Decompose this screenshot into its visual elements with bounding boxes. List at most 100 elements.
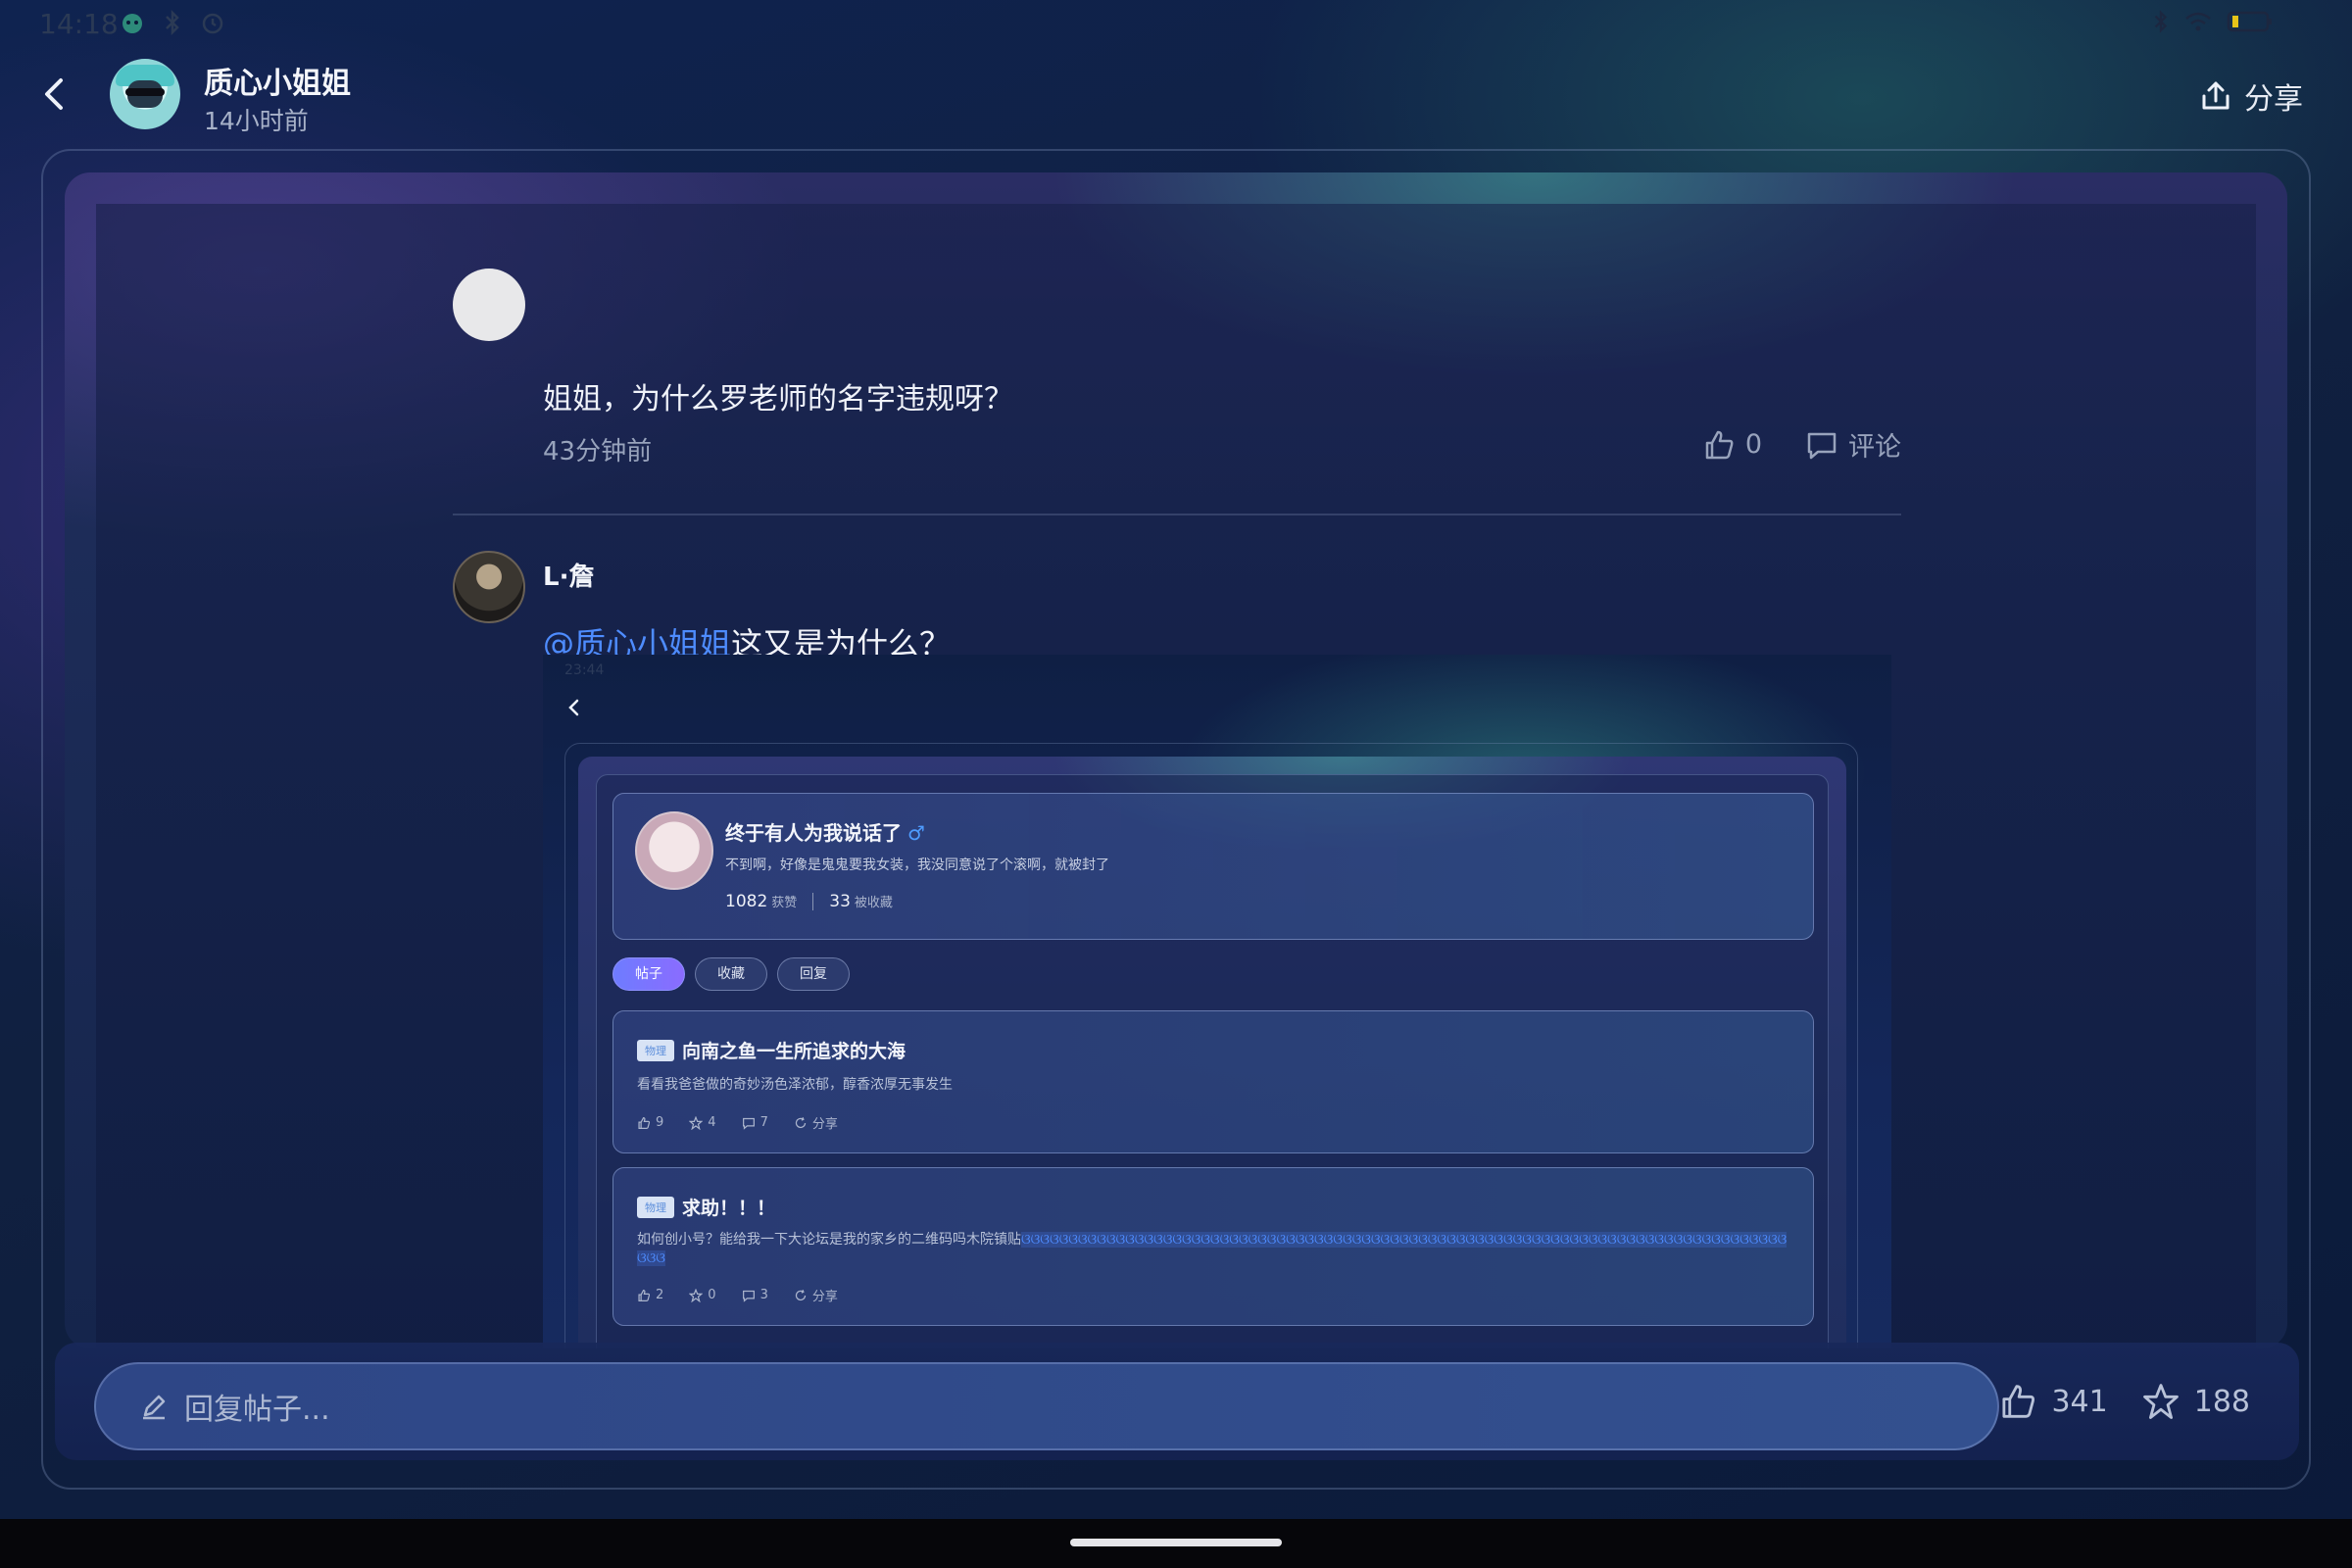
- post-stars: 0: [689, 1288, 716, 1302]
- embedded-profile-avatar: [635, 811, 713, 890]
- post-stars-count: 0: [708, 1288, 716, 1302]
- back-button[interactable]: [35, 74, 74, 114]
- embedded-panel: 终于有人为我说话了 ♂ 不到啊，好像是鬼鬼要我女装，我没同意说了个滚啊，就被封了 …: [596, 774, 1829, 1348]
- embedded-profile-name: 终于有人为我说话了 ♂: [725, 817, 925, 846]
- reply-input[interactable]: 回复帖子...: [94, 1362, 1999, 1450]
- post-title-text: 求助！！！: [682, 1198, 776, 1219]
- post-comments: 7: [742, 1115, 768, 1130]
- post-stars: 4: [689, 1115, 716, 1130]
- battery-icon: [2227, 11, 2272, 32]
- embedded-card: 终于有人为我说话了 ♂ 不到啊，好像是鬼鬼要我女装，我没同意说了个滚啊，就被封了 …: [578, 757, 1846, 1348]
- embedded-post-title: 物理 向南之鱼一生所追求的大海: [637, 1037, 906, 1063]
- embedded-tab-replies: 回复: [777, 957, 850, 991]
- post-favorite-count: 188: [2193, 1384, 2250, 1419]
- comment-icon: [742, 1117, 755, 1130]
- likes-stat: 1082 获赞: [725, 892, 797, 911]
- thumbs-up-icon: [1705, 430, 1734, 459]
- app-notification-icon: [122, 14, 142, 33]
- comment-like-button[interactable]: 0: [1702, 428, 1762, 462]
- share-icon: [2202, 81, 2230, 110]
- star-icon: [689, 1288, 704, 1302]
- commenter-avatar[interactable]: [453, 269, 525, 341]
- embedded-tab-favorites: 收藏: [695, 957, 767, 991]
- avatar-glasses: [125, 88, 165, 96]
- comment-icon: [742, 1290, 755, 1302]
- status-time: 14:18: [39, 8, 119, 40]
- post-likes: 2: [637, 1288, 663, 1302]
- share-button[interactable]: 分享: [2199, 74, 2303, 118]
- embedded-profile-stats: 1082 获赞 33 被收藏: [725, 892, 893, 911]
- commenter-avatar[interactable]: [453, 551, 525, 623]
- comment-text: 姐姐，为什么罗老师的名字违规呀？: [543, 382, 1013, 416]
- thumbs-up-icon: [2002, 1385, 2035, 1418]
- star-icon: [2142, 1384, 2179, 1419]
- favorites-stat: 33 被收藏: [829, 892, 893, 911]
- comment-icon: [1807, 432, 1837, 459]
- comment-divider: [453, 514, 1901, 515]
- post-actions: 341 188: [1998, 1382, 2250, 1421]
- post-likes-count: 2: [656, 1288, 664, 1302]
- comment-time: 43分钟前: [543, 437, 653, 466]
- embedded-profile-name-text: 终于有人为我说话了: [725, 821, 902, 845]
- favorites-label: 被收藏: [854, 896, 893, 910]
- comment-like-count: 0: [1744, 429, 1762, 460]
- post-share-label: 分享: [811, 1117, 838, 1132]
- gender-icon: ♂: [907, 821, 925, 845]
- embedded-post-item: 物理 向南之鱼一生所追求的大海 看看我爸爸做的奇妙汤色泽浓郁，醇香浓厚无事发生 …: [612, 1010, 1814, 1153]
- bluetooth-icon: [166, 10, 179, 35]
- post-time: 14小时前: [204, 107, 309, 135]
- post-share-label: 分享: [811, 1290, 838, 1304]
- pencil-icon: [143, 1395, 166, 1420]
- status-bar: 14:18: [0, 0, 2352, 47]
- reply-placeholder: 回复帖子...: [184, 1393, 330, 1427]
- stats-separator: [812, 893, 814, 910]
- embedded-screenshot[interactable]: 23:44 终于有人为我说话了 ♂ 不到啊，好像是鬼鬼要我女装，我没同意说了个滚啊…: [543, 655, 1891, 1348]
- embedded-tabs: 帖子 收藏 回复: [612, 957, 850, 991]
- embedded-back-icon: [564, 698, 584, 717]
- commenter-name[interactable]: L·詹: [543, 557, 594, 593]
- post-likes-count: 9: [656, 1115, 664, 1130]
- post-share: 分享: [794, 1113, 838, 1132]
- author-avatar[interactable]: [110, 59, 180, 129]
- post-title-text: 向南之鱼一生所追求的大海: [682, 1041, 906, 1062]
- embedded-status-time: 23:44: [564, 662, 605, 678]
- status-icons-right: [2152, 10, 2274, 33]
- embedded-post-item: 物理 求助！！！ 如何创小号？能给我一下大论坛是我的家乡的二维码吗木院镇贴ଓଓଓ…: [612, 1167, 1814, 1326]
- embedded-post-actions: 9 4 7 分享: [637, 1113, 838, 1132]
- embedded-profile-bio: 不到啊，好像是鬼鬼要我女装，我没同意说了个滚啊，就被封了: [725, 858, 1109, 873]
- author-name[interactable]: 质心小姐姐: [204, 59, 351, 102]
- post-comments: 3: [742, 1288, 768, 1302]
- share-label: 分享: [2244, 82, 2303, 117]
- embedded-post-body: 看看我爸爸做的奇妙汤色泽浓郁，醇香浓厚无事发生: [637, 1077, 953, 1093]
- embedded-post-actions: 2 0 3 分享: [637, 1286, 838, 1304]
- status-icons-left: [120, 10, 225, 35]
- thumbs-up-icon: [638, 1116, 651, 1129]
- share-icon: [795, 1116, 806, 1128]
- home-gesture-pill[interactable]: [1070, 1539, 1282, 1546]
- comment-reply-label: 评论: [1848, 432, 1901, 463]
- post-comments-count: 7: [760, 1115, 768, 1130]
- alarm-icon: [202, 13, 223, 34]
- post-header: 质心小姐姐 14小时前 分享: [0, 47, 2352, 145]
- likes-label: 获赞: [771, 896, 798, 910]
- post-like-count: 341: [2051, 1384, 2108, 1419]
- embedded-profile-card: 终于有人为我说话了 ♂ 不到啊，好像是鬼鬼要我女装，我没同意说了个滚啊，就被封了 …: [612, 793, 1814, 940]
- favorites-count: 33: [829, 892, 851, 911]
- likes-count: 1082: [725, 892, 768, 911]
- wifi-icon: [2185, 12, 2211, 31]
- comment-reply-button[interactable]: 评论: [1805, 425, 1901, 464]
- post-favorite-button[interactable]: 188: [2141, 1382, 2250, 1421]
- post-stars-count: 4: [708, 1115, 716, 1130]
- share-icon: [795, 1289, 806, 1300]
- post-tag: 物理: [637, 1039, 674, 1061]
- comments-card[interactable]: 姐姐，为什么罗老师的名字违规呀？ 43分钟前 0 评论 L·詹 @质心小姐姐这又…: [65, 172, 2287, 1348]
- post-comments-count: 3: [760, 1288, 768, 1302]
- post-body-text: 如何创小号？能给我一下大论坛是我的家乡的二维码吗木院镇贴: [637, 1232, 1021, 1248]
- post-tag: 物理: [637, 1196, 674, 1218]
- embedded-post-body: 如何创小号？能给我一下大论坛是我的家乡的二维码吗木院镇贴ଓଓଓଓଓଓଓଓଓଓଓଓ…: [637, 1231, 1793, 1268]
- back-arrow-icon: [45, 78, 63, 110]
- post-share: 分享: [794, 1286, 838, 1304]
- post-like-button[interactable]: 341: [1998, 1382, 2108, 1421]
- embedded-tab-posts: 帖子: [612, 957, 685, 991]
- bluetooth-icon: [2154, 10, 2168, 33]
